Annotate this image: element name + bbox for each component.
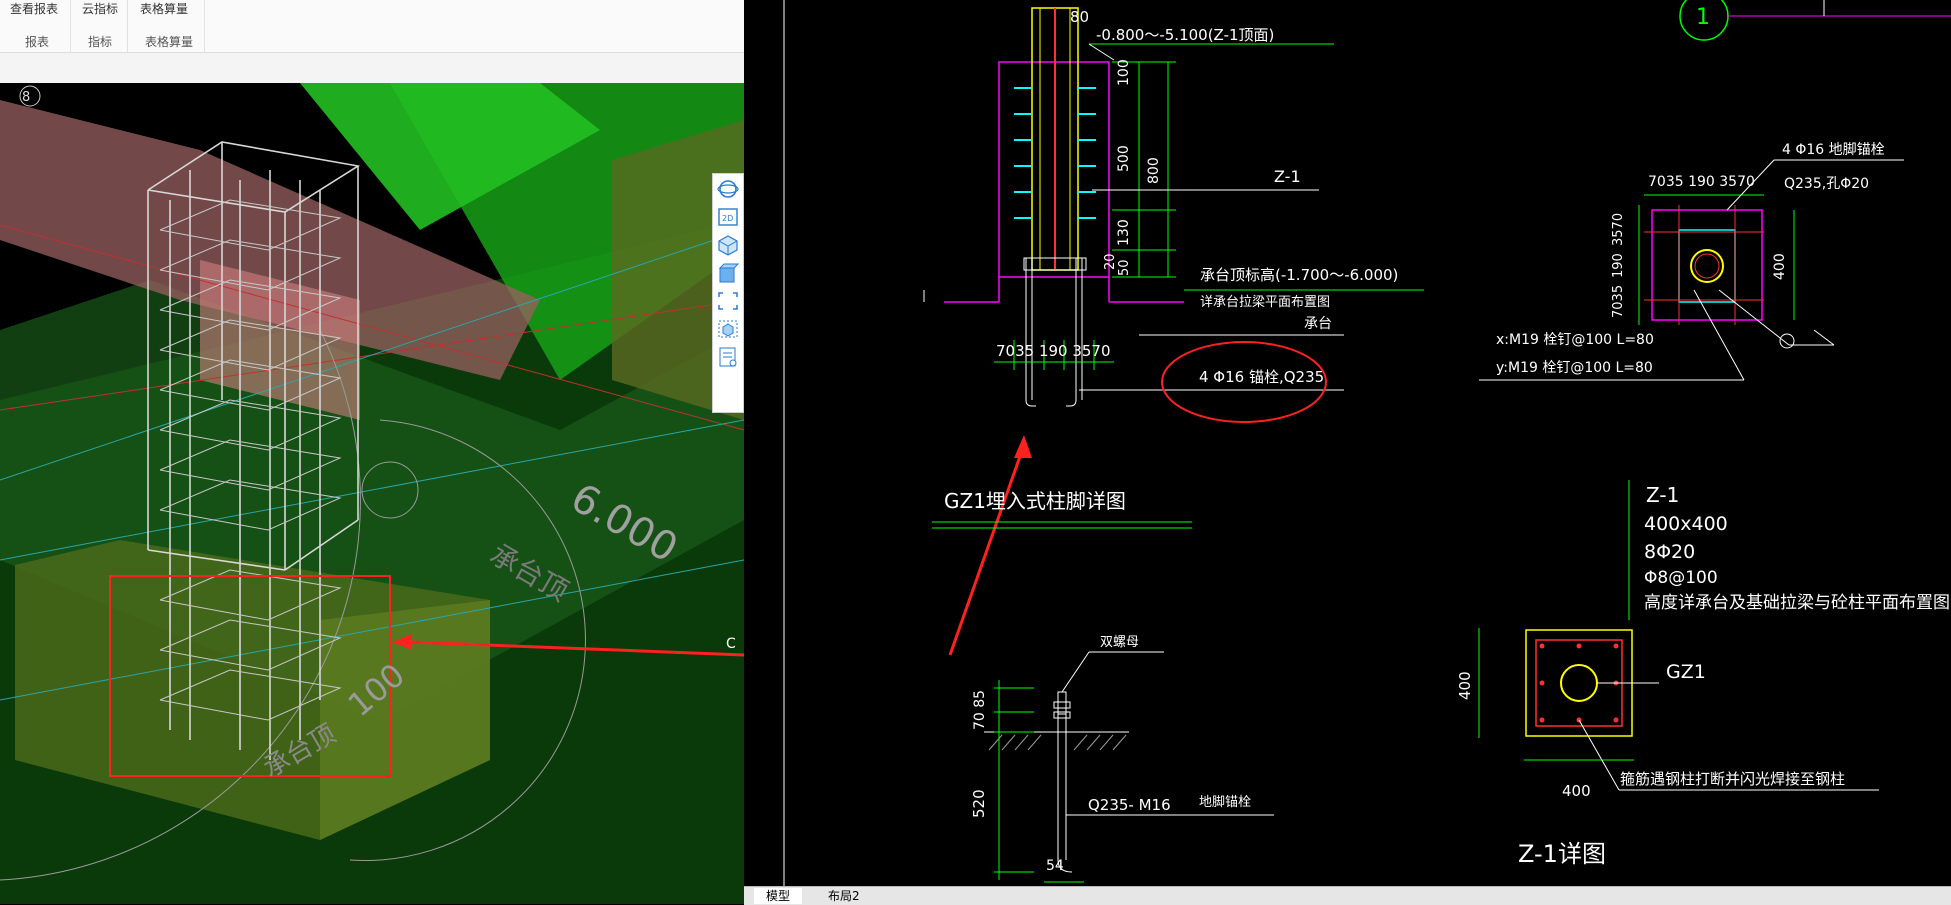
view-toolbar: 2D <box>712 173 744 413</box>
cap-label: 承台 <box>1304 316 1332 332</box>
elev-range-label: -0.800～-5.100(Z-1顶面) <box>1096 26 1274 44</box>
studs-x-label: x:M19 栓钉@100 L=80 <box>1496 332 1654 348</box>
bolt-spec-label: Q235- M16 <box>1088 796 1171 814</box>
fit-view-icon[interactable] <box>716 290 740 312</box>
cloud-index-button[interactable]: 云指标 <box>82 0 118 17</box>
ribbon-divider <box>127 0 128 52</box>
plan-top-dims: 7035 190 3570 <box>1648 174 1755 190</box>
z1-stirrup: Φ8@100 <box>1644 568 1718 588</box>
z1-rebar: 8Φ20 <box>1644 541 1695 563</box>
view-report-button[interactable]: 查看报表 <box>10 0 58 17</box>
orbit-icon[interactable] <box>716 178 740 200</box>
plan-dim-400: 400 <box>1772 253 1788 280</box>
weld-note-label: 箍筋遇钢柱打断并闪光焊接至钢柱 <box>1620 770 1845 788</box>
plan-left-dim-1: 3570 <box>1611 213 1626 246</box>
axis-label-8: 8 <box>22 90 30 105</box>
plan-left-dim-2: 190 <box>1611 253 1626 278</box>
ribbon-divider <box>204 0 205 52</box>
properties-icon[interactable] <box>716 346 740 368</box>
dim-80: 80 <box>1070 8 1089 26</box>
3d-viewport[interactable]: 8 D C 6.000 承台顶 100 承台顶 2D <box>0 83 744 904</box>
detail-circle-label: 1 <box>1696 5 1710 30</box>
cap-elevation-label: 承台顶标高(-1.700～-6.000) <box>1200 266 1398 284</box>
hole-label: Q235,孔Φ20 <box>1784 176 1869 192</box>
anchor-bolt-detail: 双螺母 70 85 520 Q235- M16 地脚锚栓 54 <box>970 635 1274 883</box>
gz1-title: GZ1埋入式柱脚详图 <box>944 489 1126 513</box>
viewport-header <box>0 53 744 83</box>
z1-dim-400-vertical: 400 <box>1456 671 1474 700</box>
ribbon-divider <box>70 0 71 52</box>
2d-view-icon[interactable]: 2D <box>716 206 740 228</box>
dim-50: 50 <box>1117 259 1132 276</box>
z1-dim-400-horizontal: 400 <box>1562 782 1591 800</box>
bolt-dim-54: 54 <box>1046 858 1064 874</box>
tab-layout2[interactable]: 布局2 <box>816 888 872 904</box>
z1-title: Z-1详图 <box>1518 840 1606 868</box>
table-quantity-button[interactable]: 表格算量 <box>140 0 188 17</box>
double-nut-label: 双螺母 <box>1100 635 1139 650</box>
dim-100: 100 <box>1116 59 1132 86</box>
3d-cube-icon[interactable] <box>716 234 740 256</box>
layout-tab-bar: 模型 布局2 <box>744 886 1951 905</box>
column-foot-section: 80 -0.800～-5.100(Z-1顶面) 100 500 800 130 … <box>923 7 1424 423</box>
axis-label-c: C <box>726 636 736 652</box>
column-label-z1: Z-1 <box>1274 167 1301 186</box>
z1-detail: Z-1 400x400 8Φ20 Φ8@100 高度详承台及基础拉梁与砼柱平面布… <box>1456 480 1950 868</box>
solid-icon[interactable] <box>716 262 740 284</box>
anchor-label: 4 Φ16 地脚锚栓 <box>1782 142 1885 158</box>
bottom-dims-label: 7035 190 3570 <box>996 342 1111 360</box>
dim-130: 130 <box>1116 219 1132 246</box>
group-label-report: 报表 <box>25 35 50 49</box>
select-icon[interactable] <box>716 318 740 340</box>
cad-drawing-area[interactable]: 80 -0.800～-5.100(Z-1顶面) 100 500 800 130 … <box>744 0 1951 904</box>
z1-elev-note: 高度详承台及基础拉梁与砼柱平面布置图 <box>1644 593 1950 613</box>
bolt-note-label: 4 Φ16 锚栓,Q235 <box>1199 368 1324 386</box>
bolt-top-dims: 70 85 <box>972 690 988 730</box>
group-label-table: 表格算量 <box>145 35 194 49</box>
z1-size: 400x400 <box>1644 513 1728 535</box>
dim-20: 20 <box>1103 253 1118 270</box>
3d-scene: 8 D C 6.000 承台顶 100 承台顶 <box>0 83 744 904</box>
dim-800: 800 <box>1146 157 1162 184</box>
arrow-head <box>1014 435 1032 458</box>
studs-y-label: y:M19 栓钉@100 L=80 <box>1496 360 1653 376</box>
tab-model[interactable]: 模型 <box>754 888 803 904</box>
anchor-bolt-label: 地脚锚栓 <box>1199 794 1251 810</box>
gz1-label: GZ1 <box>1666 661 1706 683</box>
svg-text:2D: 2D <box>722 214 733 223</box>
bolt-dim-520: 520 <box>970 789 988 818</box>
cad-canvas: 80 -0.800～-5.100(Z-1顶面) 100 500 800 130 … <box>783 0 1951 886</box>
group-label-index: 指标 <box>88 35 113 49</box>
z1-name: Z-1 <box>1646 483 1679 507</box>
arrow-line <box>948 444 1026 656</box>
plan-left-dim-3: 7035 <box>1611 285 1626 318</box>
dim-500: 500 <box>1116 145 1132 172</box>
ribbon-toolbar: 查看报表 云指标 表格算量 报表 指标 表格算量 <box>0 0 744 53</box>
plan-detail: 1 4 Φ16 地脚锚栓 7035 190 3570 Q235,孔Φ20 357… <box>1479 0 1951 381</box>
cap-note-label: 详承台拉梁平面布置图 <box>1200 295 1330 310</box>
